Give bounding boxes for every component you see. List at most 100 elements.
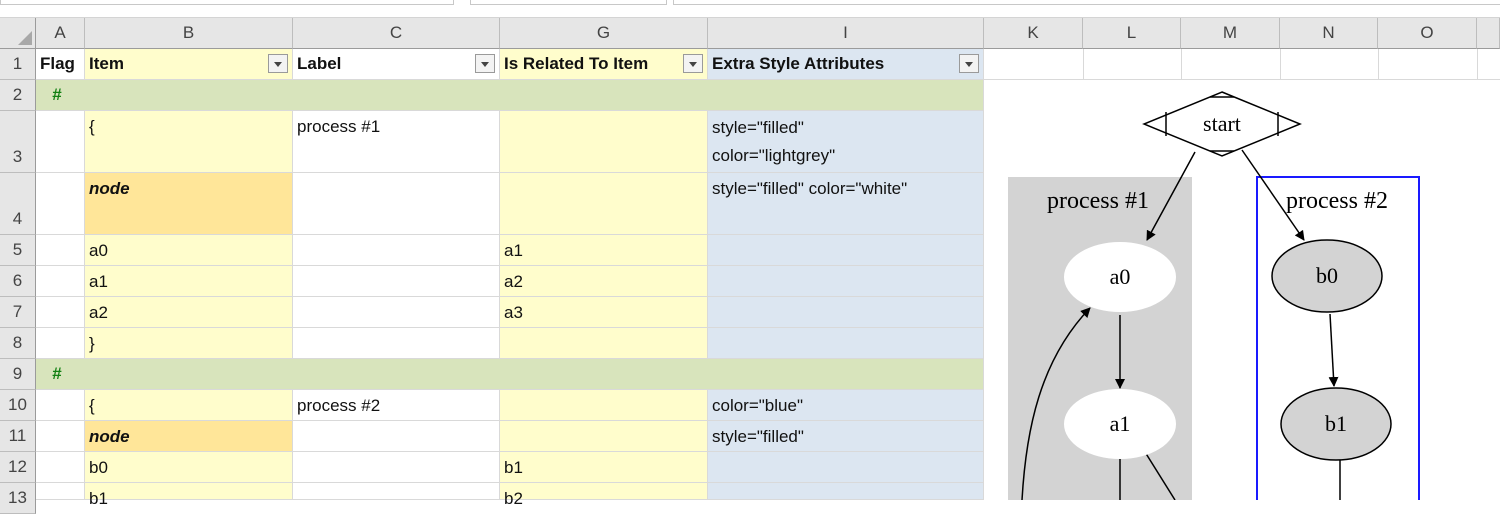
row-header-9[interactable]: 9	[0, 359, 36, 390]
column-header-g[interactable]: G	[500, 18, 708, 49]
cell-c6[interactable]	[293, 266, 500, 297]
select-all-button[interactable]	[0, 18, 36, 49]
cell-g11[interactable]	[500, 421, 708, 452]
cell-g5[interactable]: a1	[500, 235, 708, 266]
cell-a3[interactable]	[36, 111, 85, 173]
cell-i4[interactable]: style="filled" color="white"	[708, 173, 984, 235]
cell-g4[interactable]	[500, 173, 708, 235]
flag-row-9[interactable]	[36, 359, 984, 390]
row-header-12[interactable]: 12	[0, 452, 36, 483]
cell-b3[interactable]: {	[85, 111, 293, 173]
cell-a12[interactable]	[36, 452, 85, 483]
cell-a7[interactable]	[36, 297, 85, 328]
header-label[interactable]: Label	[293, 49, 500, 80]
filter-dropdown-related[interactable]	[683, 54, 703, 73]
row-header-7[interactable]: 7	[0, 297, 36, 328]
column-header-m[interactable]: M	[1181, 18, 1280, 49]
row-header-1[interactable]: 1	[0, 49, 36, 80]
cell-c3[interactable]: process #1	[293, 111, 500, 173]
row-header-8[interactable]: 8	[0, 328, 36, 359]
row-header-4[interactable]: 4	[0, 173, 36, 235]
cell-c10[interactable]: process #2	[293, 390, 500, 421]
row-header-11[interactable]: 11	[0, 421, 36, 452]
column-header-c[interactable]: C	[293, 18, 500, 49]
column-header-o[interactable]: O	[1378, 18, 1477, 49]
row-header-6[interactable]: 6	[0, 266, 36, 297]
column-header-b[interactable]: B	[85, 18, 293, 49]
flag-row-2[interactable]	[36, 80, 984, 111]
cell-c7[interactable]	[293, 297, 500, 328]
graph-diagram-image[interactable]: process #1 process #2 start a0 a1 b0 b1	[984, 80, 1500, 500]
flag-cell-2[interactable]: #	[52, 85, 61, 105]
cell-c5[interactable]	[293, 235, 500, 266]
cell-i8[interactable]	[708, 328, 984, 359]
column-header-p[interactable]	[1477, 18, 1500, 49]
cell-i11[interactable]: style="filled"	[708, 421, 984, 452]
cell-a8[interactable]	[36, 328, 85, 359]
filter-dropdown-item[interactable]	[268, 54, 288, 73]
row-header-2[interactable]: 2	[0, 80, 36, 111]
cell-a13[interactable]	[36, 483, 85, 500]
flag-cell-9[interactable]: #	[52, 364, 61, 384]
cell-b13[interactable]: b1	[85, 483, 293, 508]
cell-i3[interactable]: style="filled" color="lightgrey"	[708, 111, 984, 173]
cluster-process-1-label: process #1	[1047, 188, 1149, 214]
empty-row-1-area[interactable]	[984, 49, 1500, 80]
filter-dropdown-label[interactable]	[475, 54, 495, 73]
cell-g3[interactable]	[500, 111, 708, 173]
cell-g7[interactable]: a3	[500, 297, 708, 328]
cell-g6[interactable]: a2	[500, 266, 708, 297]
filter-dropdown-extra[interactable]	[959, 54, 979, 73]
node-b1-label: b1	[1325, 411, 1347, 436]
cell-i12[interactable]	[708, 452, 984, 483]
column-header-k[interactable]: K	[984, 18, 1083, 49]
cell-a5[interactable]	[36, 235, 85, 266]
name-box[interactable]	[0, 0, 454, 5]
cell-i3-line2: color="lightgrey"	[712, 146, 836, 165]
column-header-l[interactable]: L	[1083, 18, 1181, 49]
cell-b6[interactable]: a1	[85, 266, 293, 297]
cell-i5[interactable]	[708, 235, 984, 266]
cell-g8[interactable]	[500, 328, 708, 359]
cell-c4[interactable]	[293, 173, 500, 235]
header-item[interactable]: Item	[85, 49, 293, 80]
formula-input[interactable]	[673, 0, 1500, 5]
row-header-3[interactable]: 3	[0, 111, 36, 173]
cell-b8[interactable]: }	[85, 328, 293, 359]
cell-b11[interactable]: node	[85, 421, 293, 452]
cell-b4[interactable]: node	[85, 173, 293, 235]
cell-i7[interactable]	[708, 297, 984, 328]
cell-i13[interactable]	[708, 483, 984, 500]
cell-b7[interactable]: a2	[85, 297, 293, 328]
cell-a6[interactable]	[36, 266, 85, 297]
cell-g12[interactable]: b1	[500, 452, 708, 483]
cell-c11[interactable]	[293, 421, 500, 452]
cell-i6[interactable]	[708, 266, 984, 297]
header-extra[interactable]: Extra Style Attributes	[708, 49, 984, 80]
cell-g10[interactable]	[500, 390, 708, 421]
cell-a10[interactable]	[36, 390, 85, 421]
cell-a11[interactable]	[36, 421, 85, 452]
column-header-i[interactable]: I	[708, 18, 984, 49]
cell-b12[interactable]: b0	[85, 452, 293, 483]
row-header-10[interactable]: 10	[0, 390, 36, 421]
header-related[interactable]: Is Related To Item	[500, 49, 708, 80]
column-header-n[interactable]: N	[1280, 18, 1378, 49]
node-a0-label: a0	[1110, 264, 1131, 289]
cell-i3-line1: style="filled"	[712, 118, 804, 137]
cell-b5[interactable]: a0	[85, 235, 293, 266]
cell-c13[interactable]	[293, 483, 500, 500]
row-header-5[interactable]: 5	[0, 235, 36, 266]
cell-c12[interactable]	[293, 452, 500, 483]
cell-a4[interactable]	[36, 173, 85, 235]
row-header-13[interactable]: 13	[0, 483, 36, 514]
cell-c8[interactable]	[293, 328, 500, 359]
formula-controls	[470, 0, 667, 5]
cell-i10[interactable]: color="blue"	[708, 390, 984, 421]
column-header-a[interactable]: A	[36, 18, 85, 49]
cell-b10[interactable]: {	[85, 390, 293, 421]
header-flag[interactable]: Flag	[36, 49, 85, 80]
node-start-label: start	[1203, 111, 1241, 136]
node-b0-label: b0	[1316, 263, 1338, 288]
cell-g13[interactable]: b2	[500, 483, 708, 508]
